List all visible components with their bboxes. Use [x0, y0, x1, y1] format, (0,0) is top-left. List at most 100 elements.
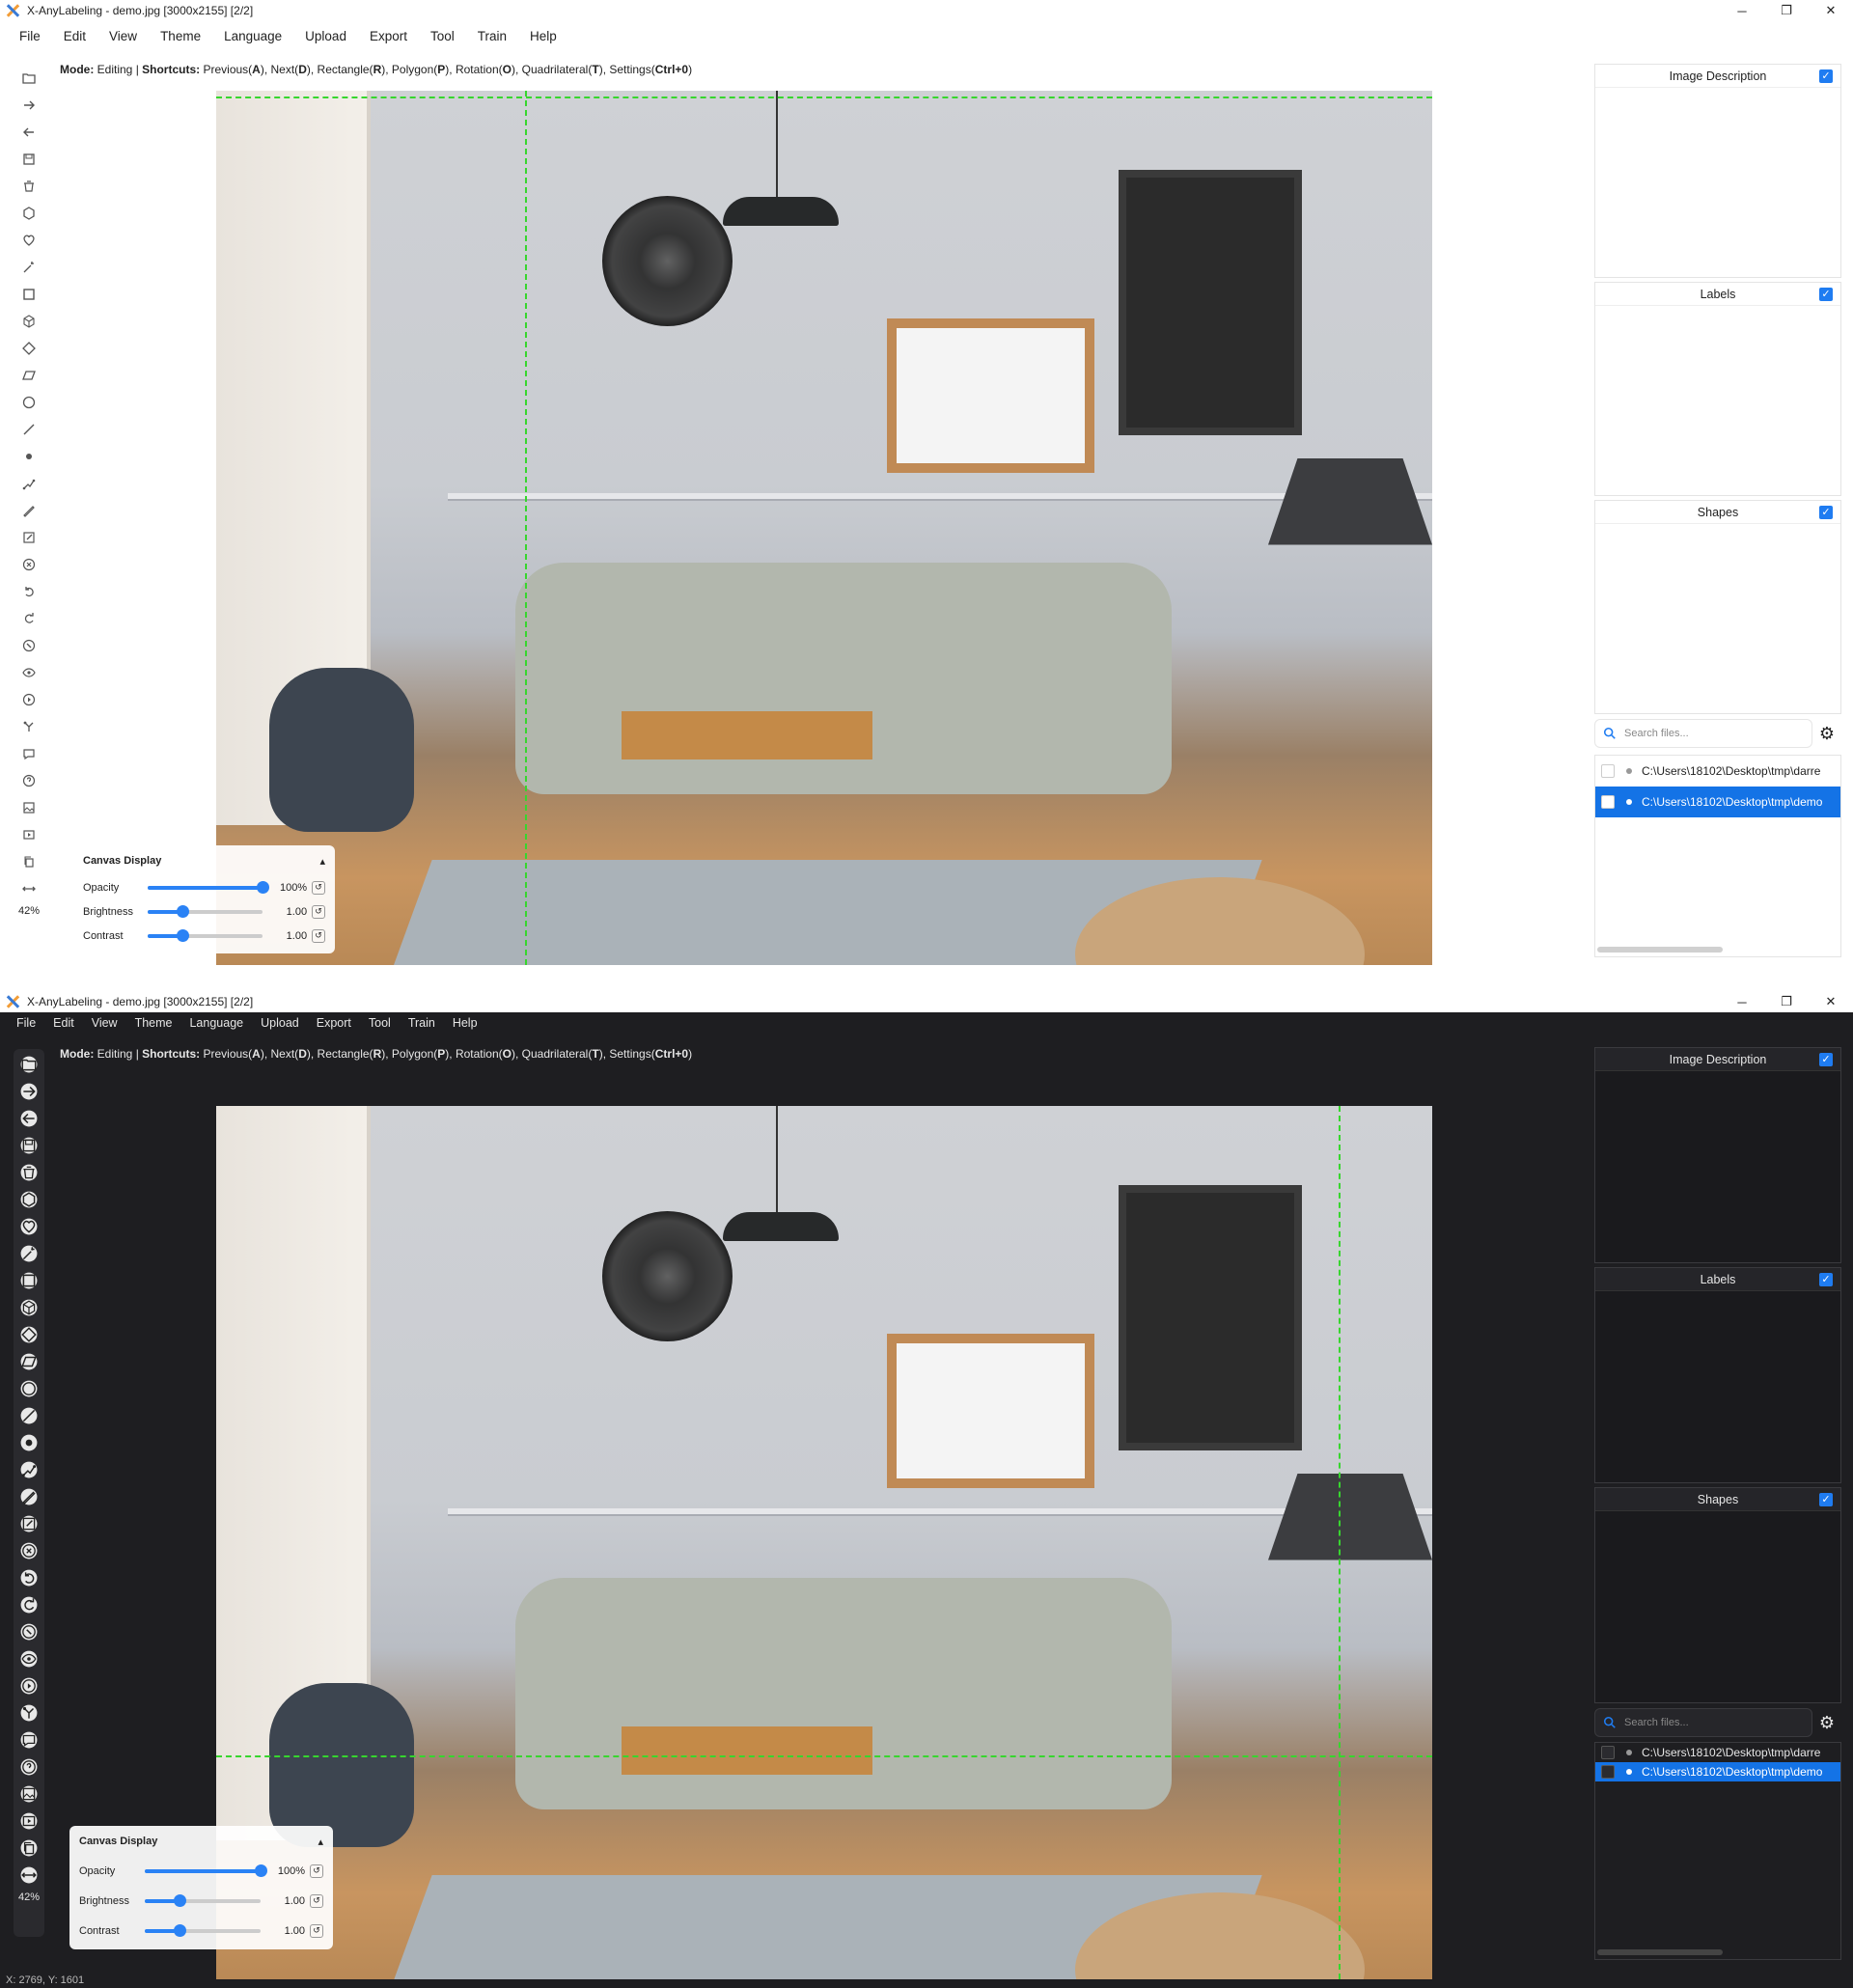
opacity-slider[interactable] [148, 880, 270, 894]
reset-icon[interactable]: ↺ [312, 928, 325, 943]
delete-shape-icon[interactable] [18, 554, 40, 575]
menu-theme[interactable]: Theme [149, 29, 212, 43]
menu-train[interactable]: Train [400, 1016, 444, 1030]
chat-icon[interactable] [18, 1729, 40, 1751]
open-dir-icon[interactable] [18, 1054, 40, 1075]
file-list-item[interactable]: C:\Users\18102\Desktop\tmp\darre [1595, 756, 1840, 787]
edit-icon[interactable] [18, 527, 40, 548]
menu-upload[interactable]: Upload [293, 29, 358, 43]
checkbox-checked-icon[interactable]: ✓ [1819, 506, 1833, 519]
circle-icon[interactable] [18, 1378, 40, 1399]
line-icon[interactable] [18, 1405, 40, 1426]
brightness-slider[interactable] [145, 1893, 261, 1907]
next-image-icon[interactable] [18, 1081, 40, 1102]
menu-file[interactable]: File [8, 29, 52, 43]
help-icon[interactable] [18, 770, 40, 791]
delete-file-icon[interactable] [18, 176, 40, 197]
collapse-button[interactable]: ▴ [319, 855, 325, 868]
checkbox-checked-icon[interactable]: ✓ [1819, 1273, 1833, 1286]
gear-icon[interactable]: ⚙ [1812, 1713, 1841, 1733]
menu-train[interactable]: Train [466, 29, 518, 43]
minimize-button[interactable]: ─ [1720, 0, 1764, 21]
redo-icon[interactable] [18, 608, 40, 629]
contrast-slider[interactable] [145, 1923, 261, 1937]
checkbox-checked-icon[interactable]: ✓ [1819, 69, 1833, 83]
checkbox-checked-icon[interactable]: ✓ [1819, 1053, 1833, 1066]
menu-file[interactable]: File [8, 1016, 44, 1030]
horizontal-scrollbar[interactable] [1597, 947, 1723, 953]
cube-icon[interactable] [18, 1297, 40, 1318]
line-icon[interactable] [18, 419, 40, 440]
chat-icon[interactable] [18, 743, 40, 764]
delete-file-icon[interactable] [18, 1162, 40, 1183]
file-list-item-selected[interactable]: C:\Users\18102\Desktop\tmp\demo [1595, 1762, 1840, 1781]
file-checkbox[interactable] [1601, 795, 1615, 809]
opacity-slider[interactable] [145, 1864, 267, 1877]
gear-icon[interactable]: ⚙ [1812, 724, 1841, 744]
group-icon[interactable] [18, 716, 40, 737]
copy-icon[interactable] [18, 1837, 40, 1859]
file-list-item[interactable]: C:\Users\18102\Desktop\tmp\darre [1595, 1743, 1840, 1762]
help-icon[interactable] [18, 1756, 40, 1778]
rotation-icon[interactable] [18, 365, 40, 386]
prev-image-icon[interactable] [18, 122, 40, 143]
circle-icon[interactable] [18, 392, 40, 413]
image-icon[interactable] [18, 1783, 40, 1805]
menu-edit[interactable]: Edit [44, 1016, 83, 1030]
brush-icon[interactable] [18, 500, 40, 521]
redo-icon[interactable] [18, 1594, 40, 1615]
file-checkbox[interactable] [1601, 1765, 1615, 1779]
fit-width-icon[interactable] [18, 1864, 40, 1886]
rotation-icon[interactable] [18, 1351, 40, 1372]
polygon-icon[interactable] [18, 203, 40, 224]
menu-language[interactable]: Language [180, 1016, 252, 1030]
restore-button[interactable]: ❐ [1764, 991, 1809, 1012]
undo-icon[interactable] [18, 581, 40, 602]
menu-help[interactable]: Help [518, 29, 568, 43]
file-search-input[interactable]: Search files... [1594, 719, 1812, 748]
ai-magic-icon[interactable] [18, 257, 40, 278]
auto-label-icon[interactable] [18, 1621, 40, 1643]
point-icon[interactable] [18, 1432, 40, 1453]
linestrip-icon[interactable] [18, 473, 40, 494]
ai-polygon-icon[interactable] [18, 1216, 40, 1237]
menu-export[interactable]: Export [308, 1016, 360, 1030]
ai-polygon-icon[interactable] [18, 230, 40, 251]
polygon-icon[interactable] [18, 1189, 40, 1210]
auto-label-icon[interactable] [18, 635, 40, 656]
menu-tool[interactable]: Tool [360, 1016, 400, 1030]
close-button[interactable]: ✕ [1809, 991, 1853, 1012]
save-icon[interactable] [18, 149, 40, 170]
close-button[interactable]: ✕ [1809, 0, 1853, 21]
checkbox-checked-icon[interactable]: ✓ [1819, 288, 1833, 301]
file-checkbox[interactable] [1601, 1746, 1615, 1759]
fit-width-icon[interactable] [18, 878, 40, 899]
point-icon[interactable] [18, 446, 40, 467]
menu-help[interactable]: Help [444, 1016, 486, 1030]
video-icon[interactable] [18, 1810, 40, 1832]
reset-icon[interactable]: ↺ [312, 904, 325, 919]
minimize-button[interactable]: ─ [1720, 991, 1764, 1012]
menu-theme[interactable]: Theme [126, 1016, 181, 1030]
copy-icon[interactable] [18, 851, 40, 872]
menu-edit[interactable]: Edit [52, 29, 97, 43]
brush-icon[interactable] [18, 1486, 40, 1507]
linestrip-icon[interactable] [18, 1459, 40, 1480]
ai-magic-icon[interactable] [18, 1243, 40, 1264]
undo-icon[interactable] [18, 1567, 40, 1588]
prev-image-icon[interactable] [18, 1108, 40, 1129]
rectangle-icon[interactable] [18, 284, 40, 305]
reset-icon[interactable]: ↺ [312, 880, 325, 895]
play-icon[interactable] [18, 1675, 40, 1697]
contrast-slider[interactable] [148, 928, 263, 942]
rectangle-icon[interactable] [18, 1270, 40, 1291]
reset-icon[interactable]: ↺ [310, 1893, 323, 1908]
quadrilateral-icon[interactable] [18, 338, 40, 359]
visibility-icon[interactable] [18, 1648, 40, 1670]
reset-icon[interactable]: ↺ [310, 1864, 323, 1878]
group-icon[interactable] [18, 1702, 40, 1724]
restore-button[interactable]: ❐ [1764, 0, 1809, 21]
horizontal-scrollbar[interactable] [1597, 1949, 1723, 1955]
edit-icon[interactable] [18, 1513, 40, 1534]
file-list-item-selected[interactable]: C:\Users\18102\Desktop\tmp\demo [1595, 787, 1840, 817]
